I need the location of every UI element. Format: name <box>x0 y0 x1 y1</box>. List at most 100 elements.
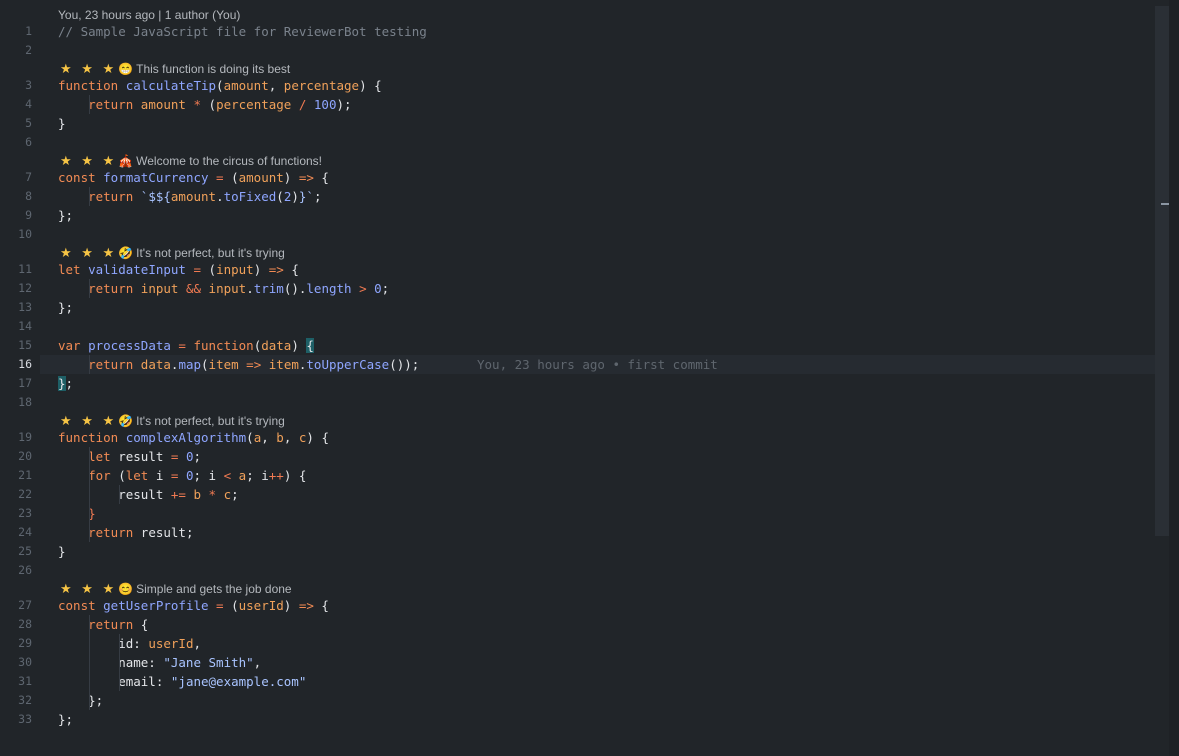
code-line[interactable]: let result = 0; <box>58 447 1155 466</box>
code-token: userId <box>148 636 194 651</box>
line-number: 20 <box>18 449 32 463</box>
line-number: 33 <box>18 712 32 726</box>
review-code-lens[interactable]: ★ ★ ★😊 Simple and gets the job done <box>60 580 292 598</box>
code-token: }` <box>298 189 314 204</box>
code-line[interactable]: for (let i = 0; i < a; i++) { <box>58 466 1155 485</box>
code-line-text: let validateInput = (input) => { <box>58 260 299 279</box>
code-line-text: return `$${amount.toFixed(2)}`; <box>58 187 321 206</box>
code-line[interactable]: return data.map(item => item.toUpperCase… <box>58 355 1155 374</box>
code-line[interactable]: const formatCurrency = (amount) => { <box>58 168 1155 187</box>
indent-guide <box>89 447 90 542</box>
line-number: 16 <box>18 357 32 371</box>
editor-right-edge <box>1169 0 1179 756</box>
code-token: ) <box>291 338 307 353</box>
code-token: validateInput <box>88 262 186 277</box>
line-number: 6 <box>25 135 32 149</box>
code-line[interactable] <box>58 317 1155 336</box>
code-line[interactable]: function calculateTip(amount, percentage… <box>58 76 1155 95</box>
code-line[interactable]: email: "jane@example.com" <box>58 672 1155 691</box>
review-code-lens[interactable]: ★ ★ ★😁 This function is doing its best <box>60 60 290 78</box>
code-line[interactable]: // Sample JavaScript file for ReviewerBo… <box>58 22 1155 41</box>
line-number: 15 <box>18 338 32 352</box>
code-line-text: function complexAlgorithm(a, b, c) { <box>58 428 329 447</box>
code-line[interactable]: return amount * (percentage / 100); <box>58 95 1155 114</box>
code-line[interactable]: name: "Jane Smith", <box>58 653 1155 672</box>
code-line[interactable] <box>58 133 1155 152</box>
code-token: (). <box>283 281 307 296</box>
code-line[interactable] <box>58 561 1155 580</box>
line-number: 4 <box>25 97 32 111</box>
code-line-text: }; <box>58 298 73 317</box>
code-token: } <box>58 544 66 559</box>
code-token: ; <box>193 449 202 464</box>
code-line[interactable]: function complexAlgorithm(a, b, c) { <box>58 428 1155 447</box>
line-number: 5 <box>25 116 32 130</box>
indent-guide <box>89 95 90 114</box>
code-token: = <box>208 598 232 613</box>
code-token: length <box>306 281 352 296</box>
rating-stars: ★ ★ ★ <box>60 61 118 76</box>
code-token: amount <box>223 78 269 93</box>
line-number-row: 8 <box>0 187 40 206</box>
code-line[interactable]: } <box>58 504 1155 523</box>
code-line[interactable]: return input && input.trim().length > 0; <box>58 279 1155 298</box>
review-comment-text: Welcome to the circus of functions! <box>136 154 322 168</box>
code-line[interactable]: result += b * c; <box>58 485 1155 504</box>
code-line[interactable]: return `$${amount.toFixed(2)}`; <box>58 187 1155 206</box>
line-number-row: 27 <box>0 596 40 615</box>
code-token: toFixed <box>223 189 277 204</box>
code-token: = <box>163 449 186 464</box>
code-line[interactable]: } <box>58 542 1155 561</box>
code-token: * <box>201 487 224 502</box>
code-line[interactable]: }; <box>58 374 1155 393</box>
code-line[interactable]: }; <box>58 206 1155 225</box>
code-line[interactable] <box>58 393 1155 412</box>
line-number-row: 21 <box>0 466 40 485</box>
rating-stars: ★ ★ ★ <box>60 245 118 260</box>
code-token: . <box>246 281 254 296</box>
code-token: percentage <box>283 78 360 93</box>
code-line[interactable] <box>58 41 1155 60</box>
indent-guide <box>89 279 90 298</box>
code-line[interactable]: id: userId, <box>58 634 1155 653</box>
code-line-text: }; <box>58 374 73 393</box>
code-line-text: var processData = function(data) { <box>58 336 314 355</box>
code-editor[interactable]: You, 23 hours ago | 1 author (You) 12345… <box>0 0 1179 756</box>
line-number-row: 3 <box>0 76 40 95</box>
code-line[interactable]: return result; <box>58 523 1155 542</box>
code-token: complexAlgorithm <box>125 430 247 445</box>
code-line-text: return data.map(item => item.toUpperCase… <box>58 355 419 374</box>
review-code-lens[interactable]: ★ ★ ★🤣 It's not perfect, but it's trying <box>60 412 285 430</box>
code-line-text: } <box>58 542 66 561</box>
code-token: = <box>185 262 209 277</box>
code-line[interactable]: } <box>58 114 1155 133</box>
inline-blame-annotation[interactable]: You, 23 hours ago • first commit <box>477 355 718 374</box>
code-token: amount <box>238 170 284 185</box>
code-token: ( <box>208 97 217 112</box>
line-number-row: 6 <box>0 133 40 152</box>
code-line[interactable]: let validateInput = (input) => { <box>58 260 1155 279</box>
code-token: { <box>283 262 299 277</box>
indent-guide <box>89 615 90 710</box>
code-line[interactable]: }; <box>58 691 1155 710</box>
code-token: b <box>193 487 201 502</box>
code-line[interactable]: return { <box>58 615 1155 634</box>
indent-guide <box>119 485 120 504</box>
code-line[interactable]: }; <box>58 710 1155 729</box>
review-code-lens[interactable]: ★ ★ ★🤣 It's not perfect, but it's trying <box>60 244 285 262</box>
indent-guide <box>89 355 90 374</box>
code-token: function <box>58 78 126 93</box>
line-number-row: 16 <box>0 355 40 374</box>
review-code-lens[interactable]: ★ ★ ★🎪 Welcome to the circus of functions… <box>60 152 322 170</box>
line-number-row: 25 <box>0 542 40 561</box>
blame-header[interactable]: You, 23 hours ago | 1 author (You) <box>58 7 240 23</box>
code-token: }; <box>58 208 74 223</box>
code-line[interactable] <box>58 225 1155 244</box>
code-line[interactable]: }; <box>58 298 1155 317</box>
circus-tent-emoji-icon: 🎪 <box>118 154 134 168</box>
vertical-scrollbar[interactable] <box>1155 6 1169 536</box>
code-line[interactable]: var processData = function(data) { <box>58 336 1155 355</box>
code-line[interactable]: const getUserProfile = (userId) => { <box>58 596 1155 615</box>
